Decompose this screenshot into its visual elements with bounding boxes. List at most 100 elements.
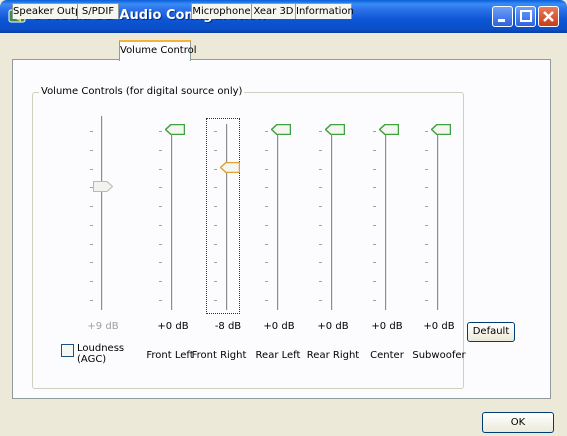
slider-thumb[interactable] — [271, 124, 291, 135]
tick-mark — [265, 187, 268, 189]
focus-indicator — [206, 118, 240, 314]
tick-mark — [265, 131, 268, 132]
tick-mark — [425, 187, 428, 189]
minimize-button[interactable] — [492, 6, 513, 27]
slider-thumb[interactable] — [325, 124, 345, 135]
center-db-value: +0 dB — [371, 321, 403, 332]
front-right-label: Front Right — [191, 350, 247, 361]
tick-mark — [425, 206, 428, 208]
slider-track — [171, 124, 174, 310]
tick-mark — [425, 149, 428, 151]
tick-mark — [90, 300, 93, 301]
tick-mark — [214, 131, 217, 132]
front-right-db-value: -8 dB — [214, 321, 242, 332]
maximize-button[interactable] — [515, 6, 536, 27]
maximize-icon — [520, 10, 532, 22]
tick-mark — [90, 224, 93, 226]
tick-mark — [90, 281, 93, 283]
loudness-label-line2: (AGC) — [77, 354, 107, 365]
tick-mark — [425, 224, 428, 226]
tick-mark — [159, 187, 162, 189]
tab-information[interactable]: Information — [295, 3, 354, 19]
master-db-value: +9 dB — [87, 321, 119, 332]
tick-mark — [214, 243, 217, 245]
default-button[interactable]: Default — [467, 322, 515, 342]
loudness-label[interactable]: Loudness (AGC) — [77, 343, 124, 365]
tab-microphone[interactable]: Microphone — [191, 3, 252, 19]
tick-mark — [159, 281, 162, 283]
slider-thumb[interactable] — [165, 124, 185, 135]
tick-mark — [373, 262, 376, 264]
tick-mark — [214, 262, 217, 264]
tick-mark — [265, 281, 268, 283]
slider-thumb[interactable] — [431, 124, 451, 135]
tick-mark — [319, 187, 322, 189]
loudness-checkbox[interactable] — [61, 344, 74, 357]
slider-thumb[interactable] — [379, 124, 399, 135]
tick-mark — [425, 281, 428, 283]
close-button[interactable] — [538, 6, 559, 27]
tick-mark — [214, 224, 217, 226]
tick-mark — [90, 168, 93, 170]
tick-mark — [214, 300, 217, 301]
tick-mark — [319, 243, 322, 245]
dialog-window: C-Media 3D Audio Configuration Speaker O… — [0, 0, 567, 436]
tick-mark — [159, 168, 162, 170]
tick-mark — [373, 281, 376, 283]
slider-track — [226, 124, 229, 310]
slider-thumb[interactable] — [220, 162, 240, 173]
tick-mark — [159, 300, 162, 301]
close-icon — [543, 11, 554, 22]
slider-thumb — [93, 181, 113, 192]
loudness-label-line1: Loudness — [77, 343, 125, 354]
tick-mark — [373, 243, 376, 245]
subwoofer-label: Subwoofer — [412, 350, 466, 361]
tick-mark — [214, 187, 217, 189]
tick-mark — [425, 131, 428, 132]
tick-mark — [265, 224, 268, 226]
tick-mark — [159, 262, 162, 264]
tick-mark — [425, 243, 428, 245]
tick-mark — [214, 206, 217, 208]
tick-mark — [159, 224, 162, 226]
tick-mark — [265, 168, 268, 170]
tick-mark — [265, 206, 268, 208]
tick-mark — [319, 168, 322, 170]
ok-button[interactable]: OK — [482, 412, 554, 433]
tick-mark — [319, 131, 322, 132]
tick-mark — [319, 262, 322, 264]
tick-mark — [373, 149, 376, 151]
tick-mark — [90, 262, 93, 264]
tick-mark — [90, 149, 93, 151]
tick-mark — [373, 131, 376, 132]
front-left-db-value: +0 dB — [157, 321, 189, 332]
tick-mark — [319, 224, 322, 226]
tab-speaker-output[interactable]: Speaker Output — [12, 3, 92, 19]
tick-mark — [373, 168, 376, 170]
tick-mark — [159, 149, 162, 151]
subwoofer-db-value: +0 dB — [423, 321, 455, 332]
tick-mark — [214, 281, 217, 283]
tick-mark — [373, 187, 376, 189]
rear-left-db-value: +0 dB — [263, 321, 295, 332]
tick-mark — [265, 300, 268, 301]
tick-mark — [319, 149, 322, 151]
slider-track — [437, 124, 440, 310]
tick-mark — [425, 300, 428, 301]
tick-mark — [159, 131, 162, 132]
slider-track — [101, 116, 104, 310]
tick-mark — [265, 243, 268, 245]
tick-mark — [265, 262, 268, 264]
tick-mark — [319, 281, 322, 283]
tab-volume-control[interactable]: Volume Control — [119, 40, 197, 61]
tick-mark — [214, 149, 217, 151]
tick-mark — [90, 206, 93, 208]
tick-mark — [214, 168, 217, 170]
tick-mark — [90, 187, 93, 189]
center-label: Center — [370, 350, 404, 361]
minimize-icon — [498, 19, 505, 22]
tick-mark — [90, 131, 93, 132]
slider-track — [331, 124, 334, 310]
tab-spdif[interactable]: S/PDIF — [77, 3, 119, 19]
tab-xear-3d[interactable]: Xear 3D — [251, 3, 296, 19]
